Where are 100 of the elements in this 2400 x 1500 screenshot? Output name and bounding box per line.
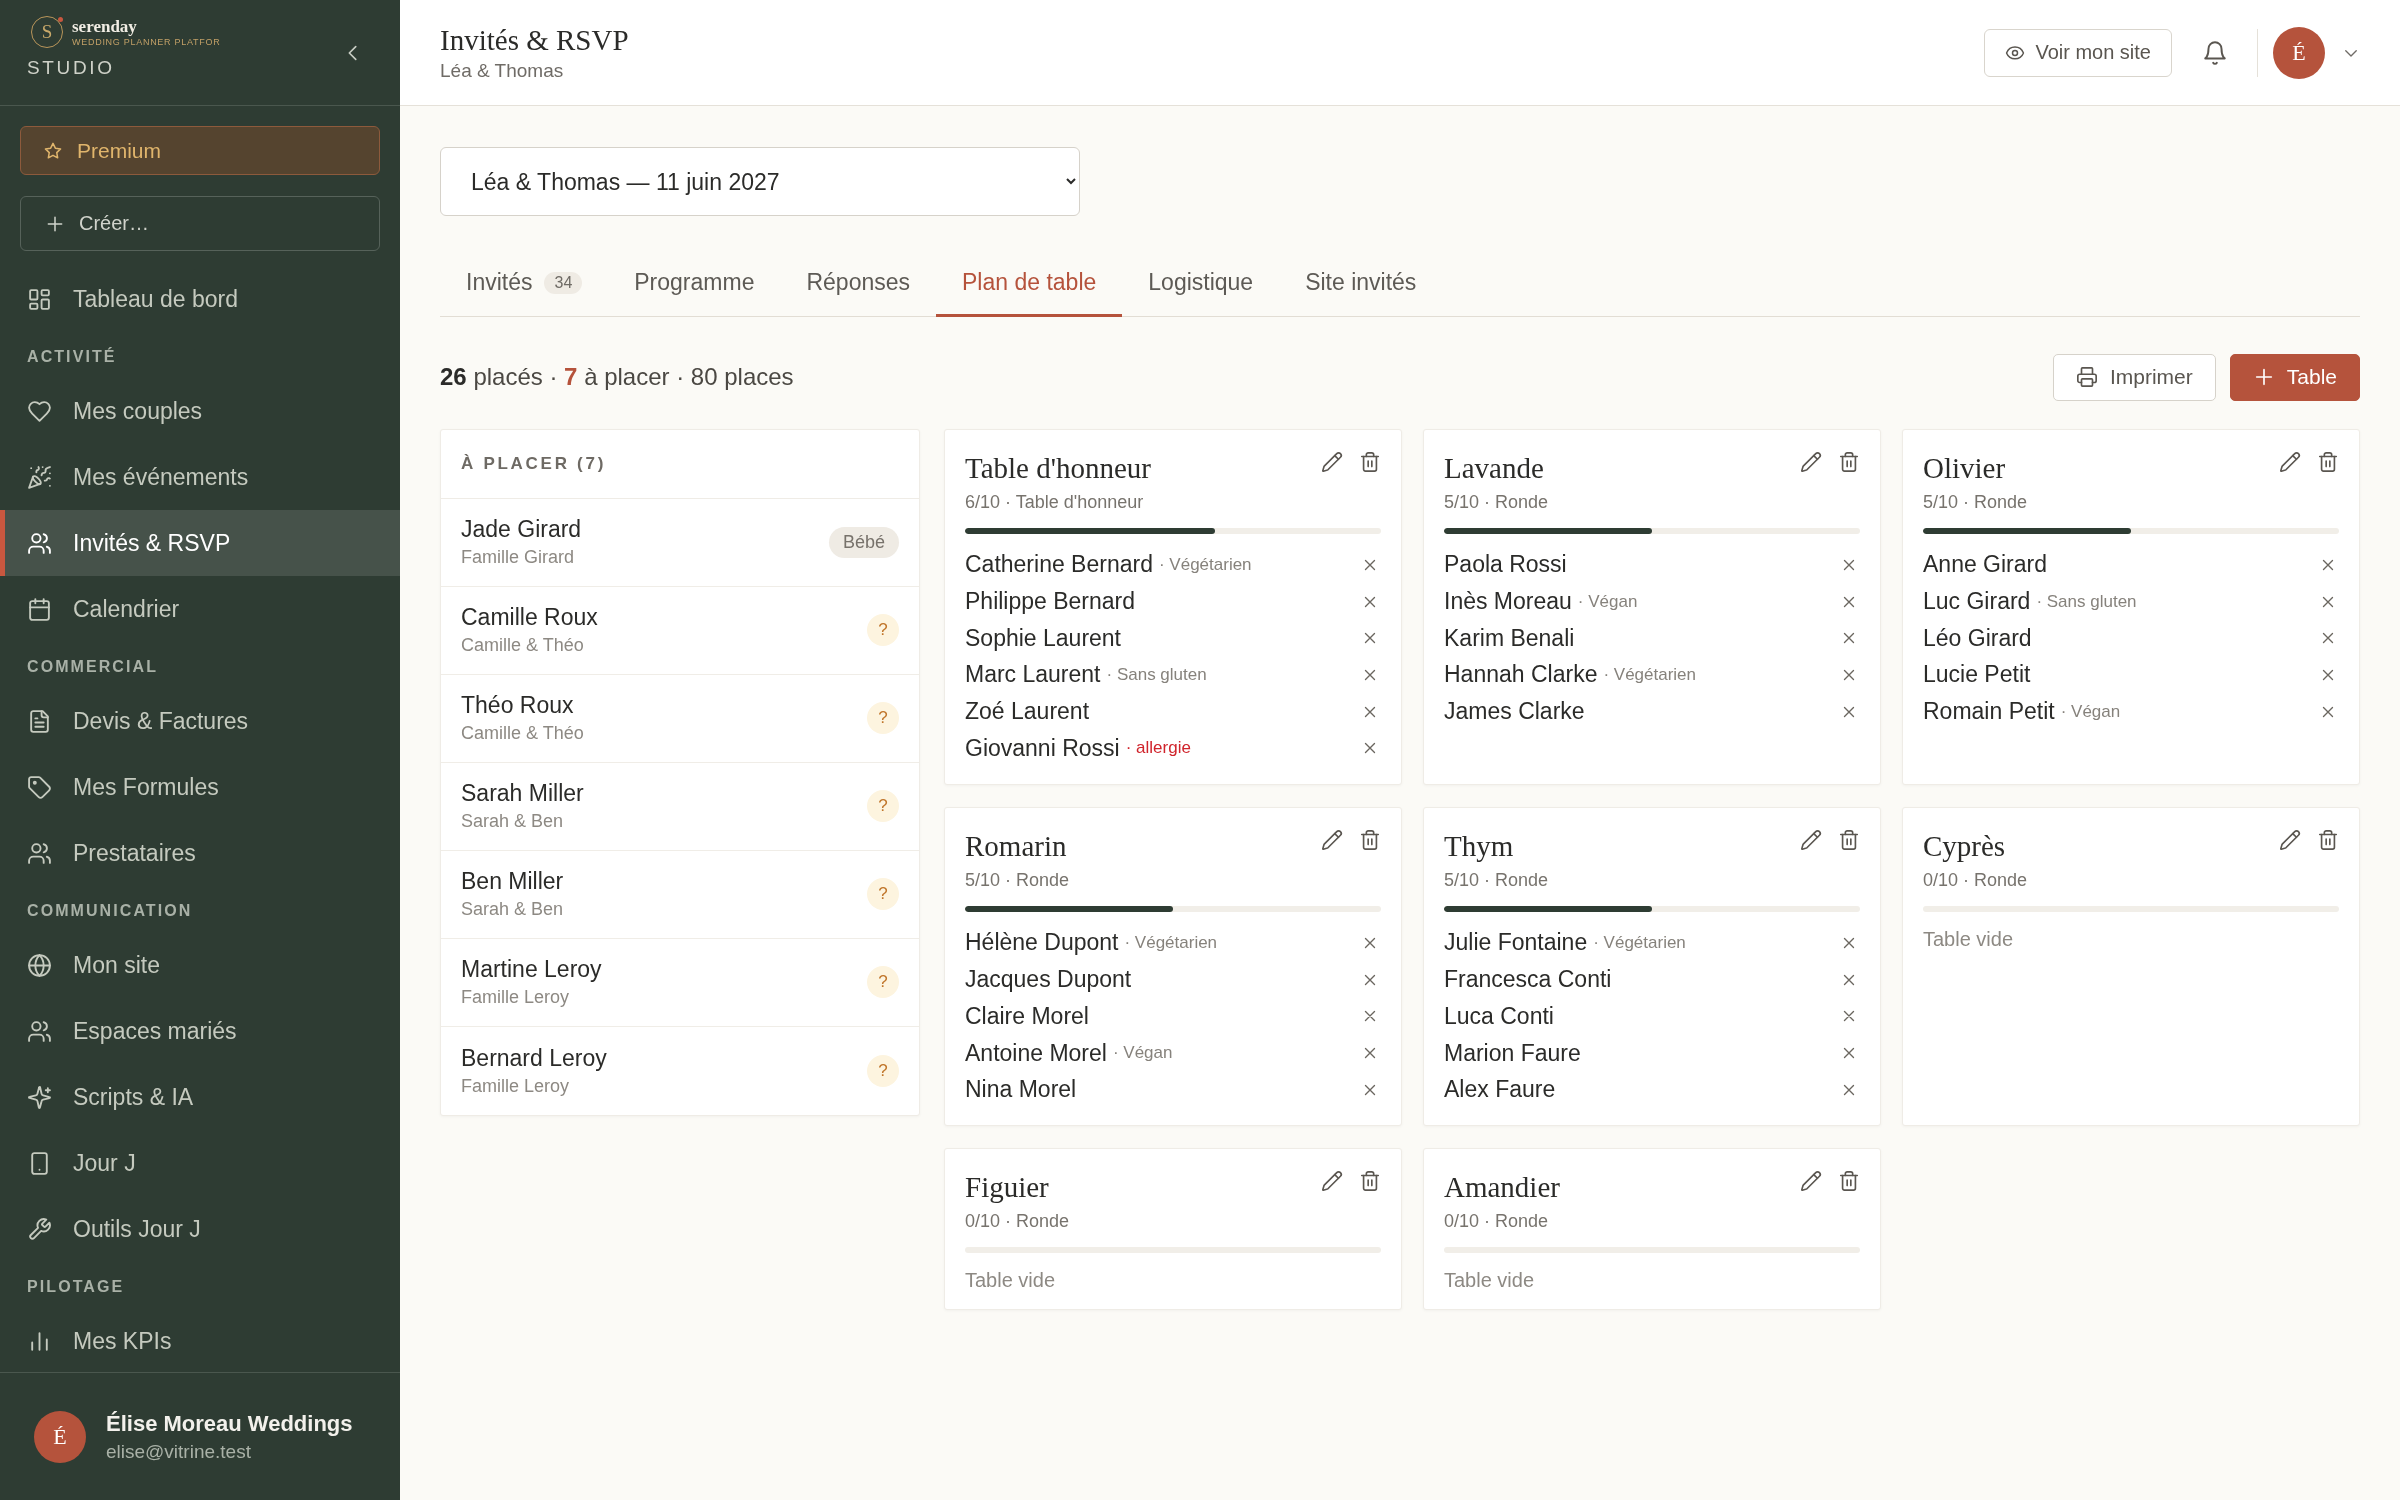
trash-icon[interactable]	[1838, 1170, 1860, 1193]
guest-note: · Végétarien	[1593, 932, 1686, 953]
view-site-button[interactable]: Voir mon site	[1984, 28, 2172, 77]
tab[interactable]: Site invités	[1279, 250, 1443, 317]
guest-group: Famille Leroy	[461, 1075, 607, 1097]
pencil-icon[interactable]	[1321, 450, 1343, 473]
pending-badge: ?	[867, 702, 899, 734]
guest-name: Alex Faure	[1444, 1076, 1556, 1104]
empty-table-note: Table vide	[1444, 1269, 1535, 1293]
trash-icon[interactable]	[1359, 828, 1381, 851]
nav-item[interactable]: Invités & RSVP	[0, 510, 400, 576]
guest-name: Paola Rossi	[1444, 551, 1567, 579]
nav-item[interactable]: Espaces mariés	[0, 998, 400, 1064]
tab[interactable]: Programme	[608, 250, 781, 317]
nav-item[interactable]: Mon site	[0, 932, 400, 998]
sparkle-icon	[27, 1084, 52, 1110]
tag-icon	[27, 774, 52, 800]
guest-note: · Sans gluten	[2036, 591, 2137, 612]
guest-group: Camille & Théo	[461, 635, 598, 656]
premium-button[interactable]: Premium	[20, 126, 380, 175]
guest-name: Zoé Laurent	[965, 698, 1090, 726]
table-name: Romarin	[965, 828, 1067, 864]
guest-note: · Végan	[1112, 1043, 1173, 1064]
page-subtitle: Léa & Thomas	[440, 60, 565, 82]
nav-item[interactable]: Mes Formules	[0, 754, 400, 820]
tab[interactable]: Réponses	[780, 250, 936, 317]
event-select[interactable]: Léa & Thomas — 11 juin 2027	[440, 147, 1080, 216]
guest-tag: Bébé	[828, 526, 899, 558]
pencil-icon[interactable]	[1321, 828, 1343, 851]
nav-item[interactable]: Mes événements	[0, 444, 400, 510]
table-name: Thym	[1444, 828, 1514, 864]
count-badge: 34	[544, 271, 583, 294]
guest-name: Giovanni Rossi	[965, 734, 1120, 762]
table-name: Lavande	[1444, 450, 1544, 486]
guest-group: Famille Girard	[461, 547, 582, 568]
add-table-button[interactable]: Table	[2229, 353, 2360, 401]
page-title: Invités & RSVP	[440, 23, 629, 57]
pencil-icon[interactable]	[1321, 1170, 1343, 1193]
calendar-icon	[27, 596, 52, 622]
table-summary: 5/10 · Ronde	[1444, 868, 1549, 892]
nav-section-label: PILOTAGE	[26, 1277, 126, 1297]
table-summary: 5/10 · Ronde	[1923, 490, 2028, 514]
pencil-icon[interactable]	[1800, 1170, 1822, 1193]
empty-table-note: Table vide	[965, 1269, 1056, 1293]
guest-name: Ben Miller	[461, 868, 564, 895]
nav-item[interactable]: Outils Jour J	[0, 1196, 400, 1262]
pencil-icon[interactable]	[1800, 450, 1822, 473]
printer-icon	[2075, 366, 2098, 388]
trash-icon[interactable]	[1838, 450, 1860, 473]
document-icon	[27, 708, 52, 734]
guest-note: · Végétarien	[1603, 664, 1697, 685]
trash-icon[interactable]	[2317, 828, 2339, 851]
nav-section-label: ACTIVITÉ	[26, 346, 118, 367]
table-name: Cyprès	[1923, 828, 2006, 864]
panel-title: À PLACER (7)	[461, 453, 607, 474]
table-summary: 0/10 · Ronde	[1923, 868, 2028, 892]
pencil-icon[interactable]	[2279, 828, 2301, 851]
account-email: elise@vitrine.test	[106, 1440, 252, 1463]
pending-badge: ?	[867, 614, 899, 646]
nav-item[interactable]: Jour J	[0, 1130, 400, 1196]
tab[interactable]: Logistique	[1122, 250, 1280, 317]
grid-icon	[27, 286, 52, 312]
nav-item[interactable]: Mes couples	[0, 378, 400, 444]
bell-icon[interactable]	[2202, 39, 2228, 66]
table-summary: 5/10 · Ronde	[1444, 490, 1549, 514]
guest-name: Hannah Clarke	[1444, 661, 1598, 689]
nav-item[interactable]: Prestataires	[0, 820, 400, 886]
avatar: É	[34, 1410, 86, 1463]
table-name: Amandier	[1444, 1170, 1560, 1206]
star-icon	[43, 140, 63, 161]
trash-icon[interactable]	[1359, 450, 1381, 473]
pencil-icon[interactable]	[2279, 450, 2301, 473]
nav-item[interactable]: Scripts & IA	[0, 1064, 400, 1130]
nav-item[interactable]: Tableau de bord	[0, 266, 400, 332]
create-button[interactable]: Créer…	[20, 196, 380, 251]
trash-icon[interactable]	[2317, 450, 2339, 473]
people-icon	[27, 530, 52, 556]
guest-name: Karim Benali	[1444, 624, 1575, 652]
tab[interactable]: Invités 34	[440, 250, 609, 317]
party-popper-icon	[27, 464, 52, 490]
brand-tagline: WEDDING PLANNER PLATFOR	[72, 37, 221, 47]
pencil-icon[interactable]	[1800, 828, 1822, 851]
brand-name: serenday	[72, 17, 138, 35]
avatar[interactable]: É	[2273, 26, 2325, 79]
guest-name: Camille Roux	[461, 604, 598, 631]
people-icon	[27, 1018, 52, 1044]
guest-name: Lucie Petit	[1923, 661, 2031, 689]
guest-name: Martine Leroy	[461, 956, 602, 983]
nav-section-label: COMMUNICATION	[26, 901, 194, 921]
nav-item[interactable]: Devis & Factures	[0, 688, 400, 754]
table-name: Figuier	[965, 1170, 1049, 1206]
guest-name: Bernard Leroy	[461, 1044, 607, 1072]
nav-item[interactable]: Calendrier	[0, 576, 400, 642]
nav-item[interactable]: Mes KPIs	[0, 1308, 400, 1372]
print-button[interactable]: Imprimer	[2052, 353, 2216, 401]
trash-icon[interactable]	[1838, 828, 1860, 851]
tab[interactable]: Plan de table	[936, 250, 1123, 317]
guest-name: Anne Girard	[1923, 551, 2047, 579]
guest-name: Léo Girard	[1923, 624, 2032, 652]
trash-icon[interactable]	[1359, 1170, 1381, 1193]
